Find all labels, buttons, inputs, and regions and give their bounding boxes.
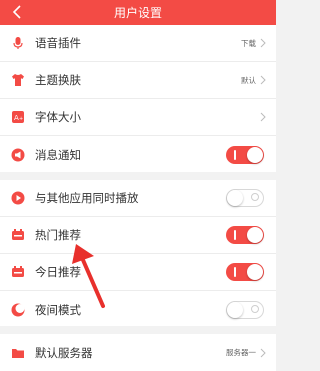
toggle-switch[interactable] [226, 189, 264, 207]
settings-group-server: 默认服务器 服务器一 [0, 334, 276, 371]
settings-group-general: 语音插件 下载 主题换肤 默认 A + 字体大小 消息通知 [0, 25, 276, 172]
settings-label: 字体大小 [35, 110, 81, 124]
tshirt-icon [11, 73, 25, 87]
settings-label: 默认服务器 [35, 345, 93, 360]
new-badge-icon [11, 228, 25, 242]
app-header: 用户设置 [0, 0, 276, 25]
settings-value: 默认 [241, 75, 256, 85]
settings-value: 服务器一 [226, 348, 256, 357]
settings-row-theme[interactable]: 主题换肤 默认 [0, 62, 276, 99]
back-button[interactable] [8, 3, 26, 21]
settings-label: 主题换肤 [35, 73, 81, 87]
font-size-icon: A + [11, 110, 25, 124]
settings-row-night-mode[interactable]: 夜间模式 [0, 291, 276, 328]
settings-label: 消息通知 [35, 147, 81, 162]
settings-label: 语音插件 [35, 36, 81, 50]
page-title: 用户设置 [113, 6, 162, 20]
chevron-right-icon [260, 348, 266, 357]
settings-row-mix-playback[interactable]: 与其他应用同时播放 [0, 180, 276, 217]
settings-label: 与其他应用同时播放 [35, 191, 139, 205]
settings-row-voice-plugin[interactable]: 语音插件 下载 [0, 25, 276, 62]
toggle-switch[interactable] [226, 145, 264, 164]
toggle-switch[interactable] [226, 226, 264, 244]
chevron-right-icon [260, 75, 266, 85]
chevron-right-icon [260, 112, 266, 122]
new-badge-icon [11, 265, 25, 279]
megaphone-icon [11, 148, 25, 162]
settings-label: 夜间模式 [35, 302, 81, 317]
settings-row-default-server[interactable]: 默认服务器 服务器一 [0, 334, 276, 371]
chevron-left-icon [12, 5, 21, 19]
toggle-switch[interactable] [226, 263, 264, 281]
settings-group-playback: 与其他应用同时播放 热门推荐 今日推荐 夜间模式 [0, 180, 276, 326]
play-circle-icon [11, 191, 25, 205]
folder-icon [11, 346, 25, 360]
toggle-switch[interactable] [226, 300, 264, 319]
moon-icon [11, 303, 25, 317]
settings-row-today-recommend[interactable]: 今日推荐 [0, 254, 276, 291]
microphone-icon [11, 36, 25, 50]
settings-value: 下载 [241, 38, 256, 48]
chevron-right-icon [260, 38, 266, 48]
settings-row-hot-recommend[interactable]: 热门推荐 [0, 217, 276, 254]
settings-row-font-size[interactable]: A + 字体大小 [0, 99, 276, 136]
settings-label: 今日推荐 [35, 265, 81, 279]
svg-text:+: + [19, 116, 23, 122]
settings-label: 热门推荐 [35, 228, 81, 242]
settings-row-notifications[interactable]: 消息通知 [0, 136, 276, 173]
